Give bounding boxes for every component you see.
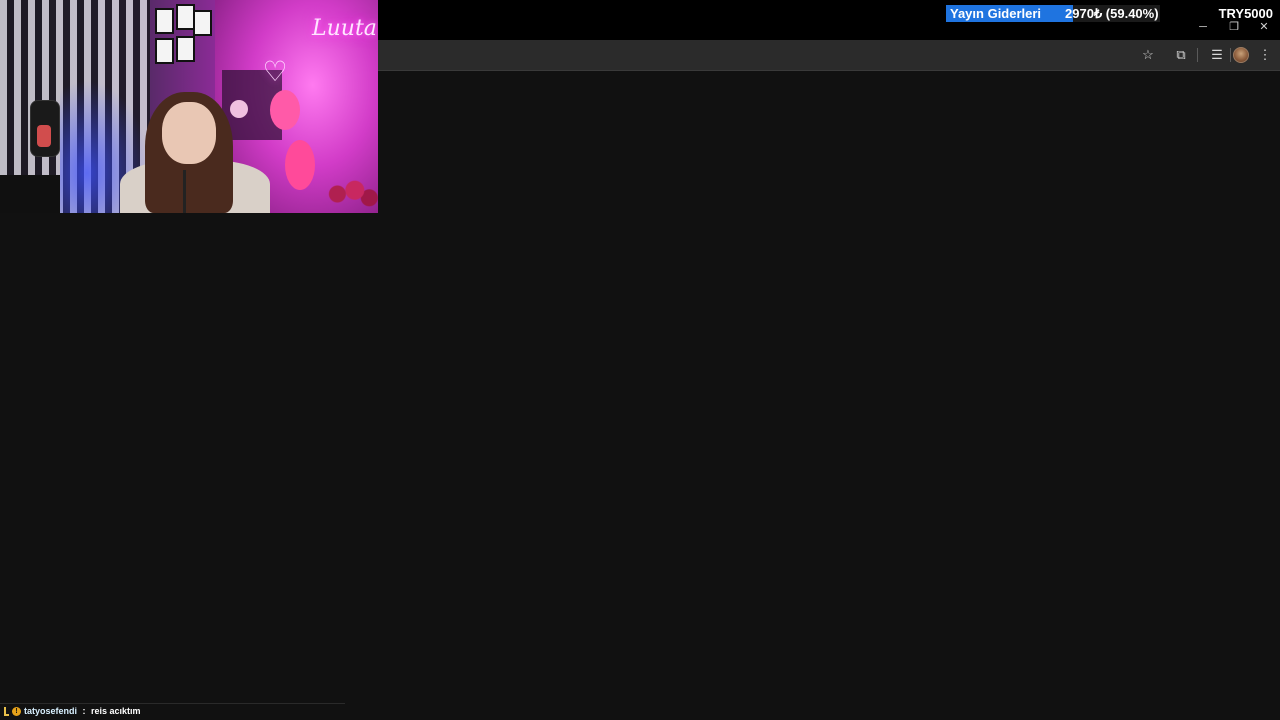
chat-message-text: reis acıktım <box>91 706 141 716</box>
chat-username: tatyosefendi <box>24 706 78 716</box>
more-menu-icon[interactable]: ⋮ <box>1255 45 1275 65</box>
wall-frame <box>193 10 212 36</box>
chat-badge-icon: ! <box>12 706 21 716</box>
plush-toy <box>285 140 315 190</box>
screen: ─ ❐ ✕ Yayın Giderleri 2970₺ (59.40%) TRY… <box>0 0 1280 720</box>
close-button[interactable]: ✕ <box>1253 20 1275 34</box>
chat-badge-icon <box>4 706 9 716</box>
restore-button[interactable]: ❐ <box>1223 20 1245 34</box>
plush-toy <box>230 100 248 118</box>
chat-message: ! tatyosefendi : reis acıktım <box>4 704 141 718</box>
donation-goal-amount: 2970₺ (59.40%) <box>1065 6 1159 21</box>
star-icon[interactable]: ☆ <box>1138 45 1158 65</box>
neon-sign: Luuta <box>312 16 377 41</box>
donation-goal-target: TRY5000 <box>1218 6 1273 21</box>
media-controls-icon[interactable]: ☰ <box>1207 45 1227 65</box>
minimize-button[interactable]: ─ <box>1192 20 1214 34</box>
microphone-light <box>37 125 51 147</box>
toolbar-divider <box>1197 48 1198 62</box>
wall-frame <box>176 36 195 62</box>
hoodie-zipper <box>183 170 186 213</box>
browser-toolbar: ☆ ⧉ ☰ ⋮ <box>378 40 1280 71</box>
extensions-icon[interactable]: ⧉ <box>1171 45 1191 65</box>
avatar-image <box>1233 47 1249 63</box>
donation-goal-label: Yayın Giderleri <box>950 6 1042 21</box>
donation-goal-bar: Yayın Giderleri 2970₺ (59.40%) <box>946 5 1160 22</box>
flowers <box>320 175 378 213</box>
wall-frame <box>155 8 174 34</box>
neon-heart-icon: ♡ <box>262 56 288 87</box>
person-face <box>162 102 216 164</box>
wall-frame <box>155 38 174 64</box>
desk <box>0 175 60 213</box>
address-bar[interactable] <box>378 43 1126 67</box>
profile-avatar[interactable] <box>1231 45 1251 65</box>
webcam-overlay: Luuta ♡ <box>0 0 378 213</box>
chat-separator: : <box>80 706 89 716</box>
plush-toy <box>270 90 300 130</box>
